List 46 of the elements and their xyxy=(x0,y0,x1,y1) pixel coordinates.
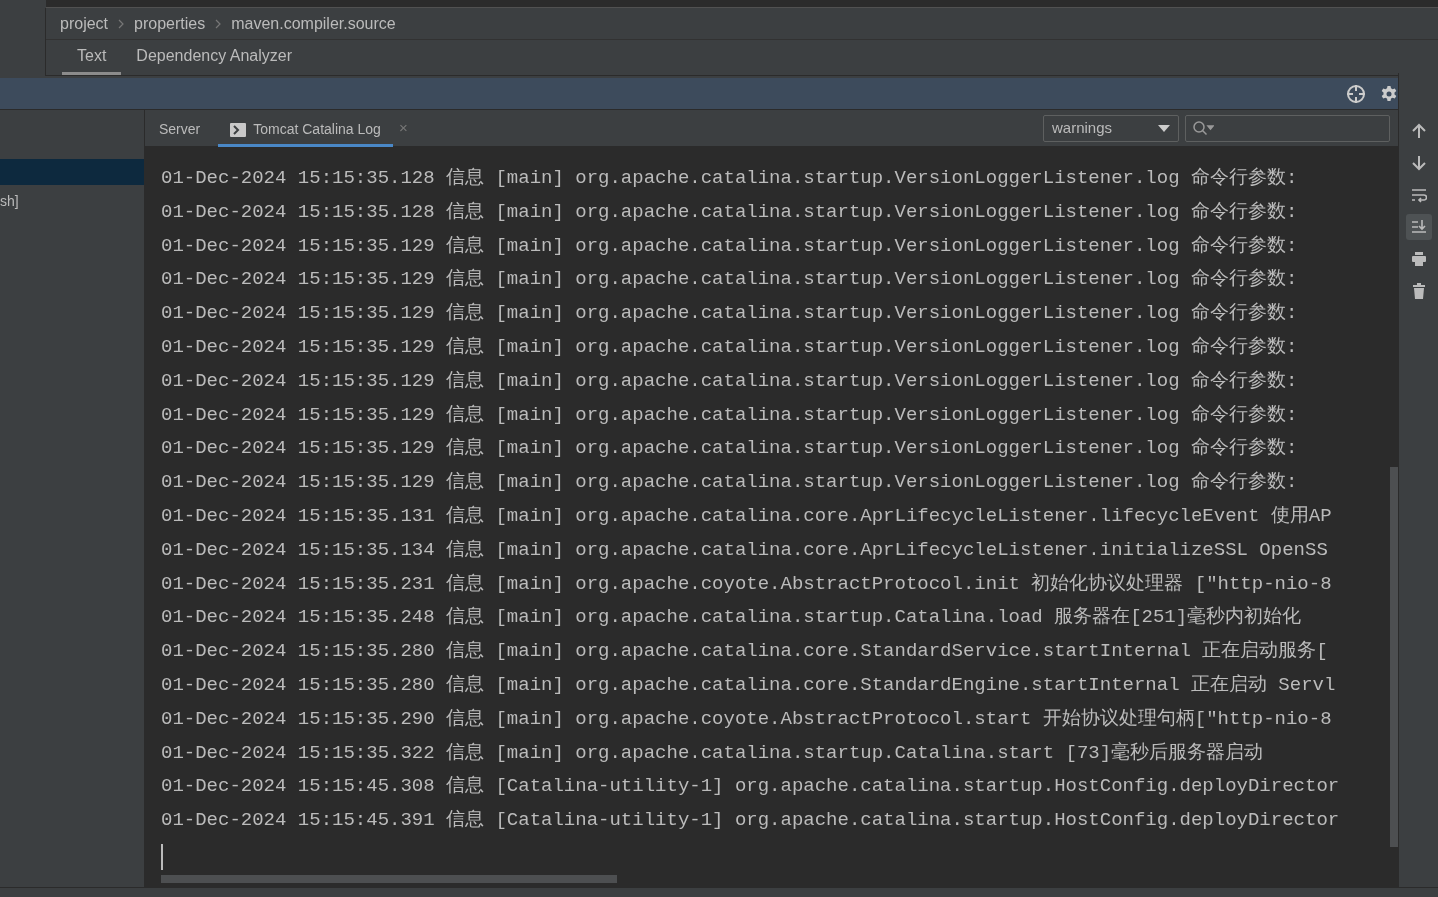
soft-wrap-icon xyxy=(1410,187,1427,203)
search-field[interactable] xyxy=(1185,114,1390,142)
list-item[interactable]: sh] xyxy=(0,185,144,212)
log-line: 01-Dec-2024 15:15:35.280 信息 [main] org.apache.catalina.core.StandardService.startInternal 正在启动服务[ xyxy=(161,639,1328,665)
chevron-icon xyxy=(215,18,222,29)
print-icon xyxy=(1410,251,1427,267)
toolbar-button[interactable] xyxy=(1405,214,1432,240)
editor-tab[interactable]: Text xyxy=(62,40,122,75)
log-line: 01-Dec-2024 15:15:35.129 信息 [main] org.apache.catalina.startup.VersionLoggerListener.log 命令行参数: xyxy=(161,368,1298,394)
crosshair-icon[interactable] xyxy=(1346,83,1366,104)
trash-icon xyxy=(1410,283,1427,299)
log-line: 01-Dec-2024 15:15:35.129 信息 [main] org.apache.catalina.startup.VersionLoggerListener.log 命令行参数: xyxy=(161,335,1298,360)
log-line: 01-Dec-2024 15:15:35.129 信息 [main] org.apache.catalina.startup.VersionLoggerListener.log 命令行参数: xyxy=(161,436,1298,462)
log-line: 01-Dec-2024 15:15:35.134 信息 [main] org.apache.catalina.core.AprLifecycleListener.initializeSSL OpenSS xyxy=(161,537,1328,563)
log-line: 01-Dec-2024 15:15:35.129 信息 [main] org.apache.catalina.startup.VersionLoggerListener.log 命令行参数: xyxy=(161,233,1298,259)
terminal-icon xyxy=(230,122,247,137)
log-line: 01-Dec-2024 15:15:35.129 信息 [main] org.apache.catalina.startup.VersionLoggerListener.log 命令行参数: xyxy=(161,402,1298,428)
console-tab[interactable]: Server xyxy=(147,109,213,147)
search-icon xyxy=(1192,120,1214,136)
scroll-to-end-icon xyxy=(1410,219,1427,235)
log-line: 01-Dec-2024 15:15:35.129 信息 [main] org.apache.catalina.startup.VersionLoggerListener.log 命令行参数: xyxy=(161,301,1298,327)
down-arrow-icon xyxy=(1410,155,1427,171)
log-line: 01-Dec-2024 15:15:35.231 信息 [main] org.apache.coyote.AbstractProtocol.init 初始化协议处理器 ["http-nio-8 xyxy=(161,571,1332,597)
breadcrumb-item[interactable]: properties xyxy=(134,11,206,36)
breadcrumb-item[interactable]: maven.compiler.source xyxy=(231,11,396,36)
log-line: 01-Dec-2024 15:15:35.290 信息 [main] org.apache.coyote.AbstractProtocol.start 开始协议处理句柄["http-nio-8 xyxy=(161,706,1332,732)
log-line: 01-Dec-2024 15:15:35.129 信息 [main] org.apache.catalina.startup.VersionLoggerListener.log 命令行参数: xyxy=(161,267,1298,293)
log-line: 01-Dec-2024 15:15:35.129 信息 [main] org.apache.catalina.startup.VersionLoggerListener.log 命令行参数: xyxy=(161,470,1298,496)
log-line: 01-Dec-2024 15:15:35.248 信息 [main] org.apache.catalina.startup.Catalina.load 服务器在[251]毫秒内初始化 xyxy=(161,605,1302,631)
log-line: 01-Dec-2024 15:15:35.128 信息 [main] org.apache.catalina.startup.VersionLoggerListener.log 命令行参数: xyxy=(161,199,1298,225)
log-line: 01-Dec-2024 15:15:35.131 信息 [main] org.apache.catalina.core.AprLifecycleListener.lifecycleEvent 使用AP xyxy=(161,503,1332,529)
filter-dropdown[interactable]: warnings xyxy=(1043,114,1179,142)
settings-icon[interactable] xyxy=(1380,84,1398,103)
breadcrumb-item[interactable]: project xyxy=(60,11,109,36)
scrollbar-thumb[interactable] xyxy=(1390,467,1398,847)
log-line: 01-Dec-2024 15:15:35.128 信息 [main] org.apache.catalina.startup.VersionLoggerListener.log 命令行参数: xyxy=(161,166,1298,191)
log-line: 01-Dec-2024 15:15:35.280 信息 [main] org.apache.catalina.core.StandardEngine.startInternal 正在启动 Servl xyxy=(161,672,1336,698)
editor-tab[interactable]: Dependency Analyzer xyxy=(121,40,307,75)
scrollbar-thumb[interactable] xyxy=(161,875,617,883)
log-line: 01-Dec-2024 15:15:45.391 信息 [Catalina-utility-1] org.apache.catalina.startup.HostConfig.deployDirector xyxy=(161,808,1340,834)
text-cursor xyxy=(161,843,163,870)
up-arrow-icon xyxy=(1410,123,1427,139)
log-line: 01-Dec-2024 15:15:45.308 信息 [Catalina-utility-1] org.apache.catalina.startup.HostConfig.deployDirector xyxy=(161,774,1340,800)
log-line: 01-Dec-2024 15:15:35.322 信息 [main] org.apache.catalina.startup.Catalina.start [73]毫秒后服务器启动 xyxy=(161,740,1264,766)
chevron-icon xyxy=(118,18,125,29)
caret-icon xyxy=(1158,124,1170,132)
